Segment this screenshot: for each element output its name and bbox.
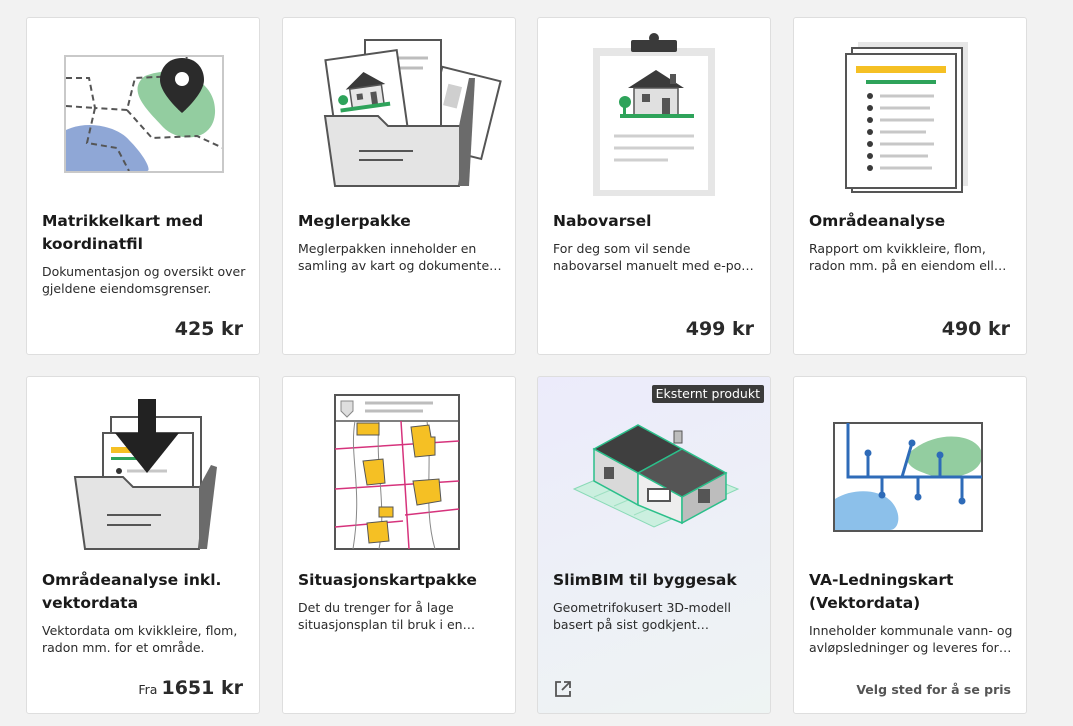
product-description: Inneholder kommunale vann- og avløpsledn… [809,623,1013,655]
product-title: VA-Ledningskart (Vektordata) [809,571,954,612]
map-pin-icon [64,55,224,173]
site-plan-icon [334,394,460,550]
product-card-meglerpakke[interactable]: Meglerpakke Meglerpakken inneholder en s… [282,17,516,355]
product-card-slimbim[interactable]: Eksternt produkt SlimBIM til byggesak Ge… [537,376,771,714]
product-title: SlimBIM til byggesak [553,571,737,589]
price-amount: 1651 kr [161,677,243,699]
product-card-omradeanalyse[interactable]: Områdeanalyse Rapport om kvikkleire, flo… [793,17,1027,355]
document-list-icon [845,42,968,193]
product-price: Fra 1651 kr [138,677,243,699]
download-folder-icon [73,399,217,550]
product-card-matrikkelkart[interactable]: Matrikkelkart med koordinatfil Dokumenta… [26,17,260,355]
product-card-va-ledningskart[interactable]: VA-Ledningskart (Vektordata) Inneholder … [793,376,1027,714]
product-title: Matrikkelkart med koordinatfil [42,212,204,253]
product-description: Meglerpakken inneholder en samling av ka… [298,241,495,273]
product-card-situasjonskartpakke[interactable]: Situasjonskartpakke Det du trenger for å… [282,376,516,714]
external-link-icon[interactable] [553,679,573,699]
folder-house-icon [323,39,502,187]
clipboard-house-icon [593,33,715,196]
product-price: 499 kr [685,318,754,340]
3d-house-icon [572,424,740,528]
price-note: Velg sted for å se pris [856,682,1011,697]
pipe-map-icon [833,422,983,532]
product-price: 425 kr [174,318,243,340]
external-product-badge: Eksternt produkt [651,385,764,403]
product-title: Områdeanalyse [809,212,946,230]
product-title: Nabovarsel [553,212,652,230]
product-price: 490 kr [941,318,1010,340]
price-prefix: Fra [138,682,158,697]
product-card-omradeanalyse-vektordata[interactable]: Områdeanalyse inkl. vektordata Vektordat… [26,376,260,714]
product-description: Geometrifokusert 3D-modell basert på sis… [553,600,731,632]
product-title: Situasjonskartpakke [298,571,477,589]
product-description: Dokumentasjon og oversikt over gjeldene … [42,264,246,296]
product-title: Meglerpakke [298,212,411,230]
product-description: Det du trenger for å lage situasjonsplan… [298,600,463,632]
product-description: For deg som vil sende nabovarsel manuelt… [553,241,753,273]
product-title: Områdeanalyse inkl. vektordata [42,571,222,612]
product-description: Rapport om kvikkleire, flom, radon mm. p… [809,241,1007,273]
product-description: Vektordata om kvikkleire, flom, radon mm… [42,623,238,655]
product-card-nabovarsel[interactable]: Nabovarsel For deg som vil sende nabovar… [537,17,771,355]
